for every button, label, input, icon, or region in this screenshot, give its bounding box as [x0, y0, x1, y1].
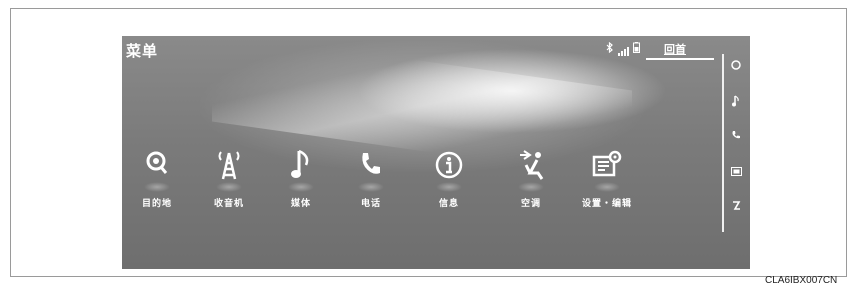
sidebar	[718, 54, 750, 232]
menu-item-phone[interactable]: 电话	[336, 144, 406, 224]
menu-item-media[interactable]: 媒体	[266, 144, 336, 224]
destination-search-icon	[122, 144, 192, 186]
icon-reflection	[288, 182, 314, 192]
phone-battery-icon	[633, 42, 640, 56]
sidebar-item-navigation[interactable]	[726, 56, 746, 74]
settings-edit-icon	[572, 144, 642, 186]
phone-icon	[732, 131, 740, 139]
bluetooth-icon	[606, 41, 614, 56]
info-screen-icon	[730, 166, 742, 176]
home-button-label: 回首	[664, 43, 686, 56]
home-button[interactable]: 回首	[646, 38, 714, 60]
menu-item-label: 空调	[520, 199, 541, 209]
menu-item-label: 电话	[360, 199, 381, 209]
phone-icon	[336, 144, 406, 186]
icon-reflection	[144, 182, 170, 192]
menu-item-label: 目的地	[141, 199, 172, 209]
menu-item-radio[interactable]: 收音机	[194, 144, 264, 224]
icon-reflection	[594, 182, 620, 192]
music-note-icon	[266, 144, 336, 186]
navigation-icon	[731, 60, 741, 70]
menu-item-label: 媒体	[290, 199, 311, 209]
menu-screen: 菜单 回首 目的地 收音机 媒体 电话 信息 空调 设置・编辑	[122, 36, 750, 269]
sidebar-item-climate[interactable]	[726, 196, 746, 214]
sidebar-item-audio[interactable]	[726, 92, 746, 110]
climate-icon	[732, 200, 740, 210]
status-bar	[606, 41, 640, 56]
audio-icon	[732, 95, 739, 107]
menu-item-label: 收音机	[213, 199, 244, 209]
page-title: 菜单	[126, 42, 159, 60]
menu-item-label: 信息	[438, 199, 459, 209]
sidebar-item-info[interactable]	[726, 162, 746, 180]
sidebar-divider	[722, 54, 724, 232]
icon-reflection	[518, 182, 544, 192]
icon-reflection	[216, 182, 242, 192]
info-icon	[414, 144, 484, 186]
signal-icon	[618, 47, 629, 56]
menu-item-climate[interactable]: 空调	[496, 144, 566, 224]
radio-tower-icon	[194, 144, 264, 186]
climate-seat-icon	[496, 144, 566, 186]
menu-item-settings[interactable]: 设置・编辑	[572, 144, 642, 224]
figure-caption: CLA6IBX007CN	[765, 275, 838, 286]
icon-reflection	[436, 182, 462, 192]
menu-item-info[interactable]: 信息	[414, 144, 484, 224]
sidebar-item-phone[interactable]	[726, 126, 746, 144]
menu-item-label: 设置・编辑	[581, 199, 632, 209]
menu-item-destination[interactable]: 目的地	[122, 144, 192, 224]
icon-reflection	[358, 182, 384, 192]
